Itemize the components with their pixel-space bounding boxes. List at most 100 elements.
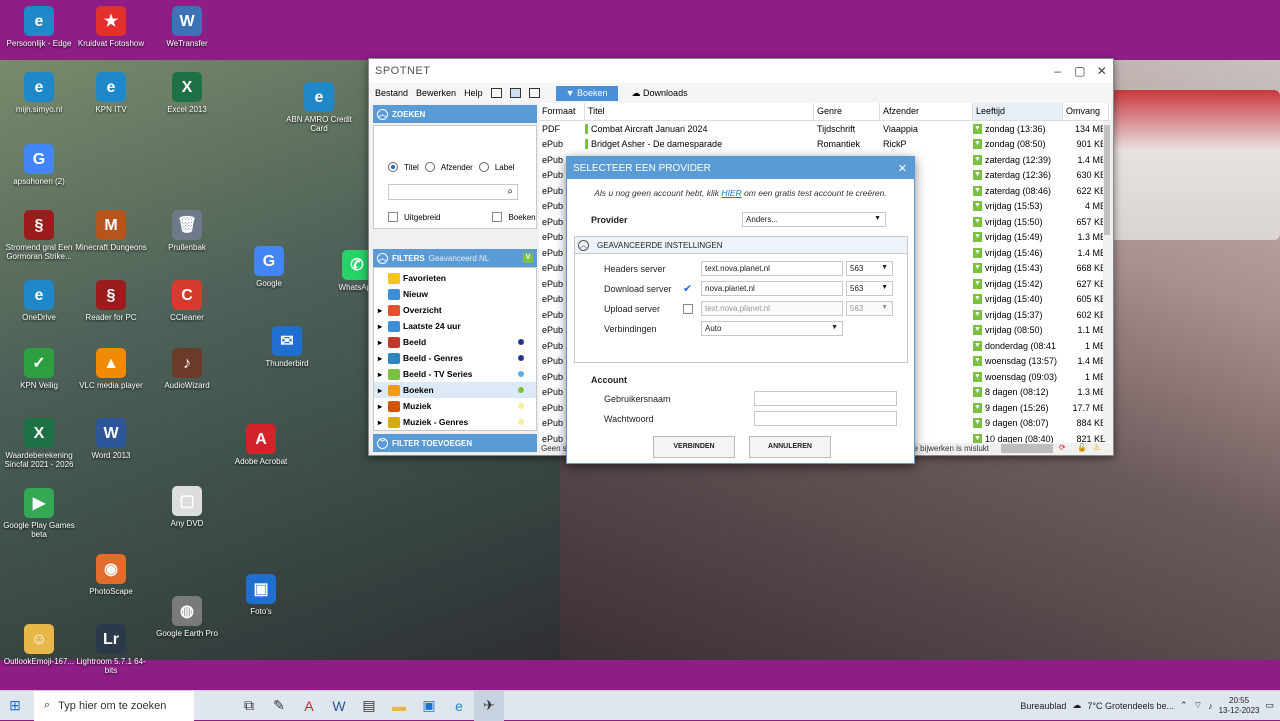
taskbar-search[interactable]: ⌕ Typ hier om te zoeken — [34, 690, 194, 721]
username-input[interactable] — [754, 391, 897, 406]
collapse-icon[interactable]: ︿ — [377, 108, 388, 120]
windows-start-icon[interactable]: ⊞ — [0, 691, 30, 721]
photos-taskbar-icon[interactable]: ▣ — [414, 691, 444, 721]
weather-text[interactable]: 7°C Grotendeels be... — [1087, 701, 1174, 711]
list-view-icon[interactable] — [490, 88, 502, 98]
close-icon[interactable]: ✕ — [898, 162, 907, 175]
expand-arrow-icon[interactable]: ▸ — [378, 338, 385, 347]
filter-item[interactable]: ▸ Muziek — [374, 398, 536, 414]
check-uitgebreid[interactable] — [388, 212, 398, 222]
search-input[interactable]: ⌕ — [388, 184, 518, 200]
desktop-icon[interactable]: Lr Lightroom 5.7.1 64-bits — [72, 624, 150, 675]
desktop-label[interactable]: Bureaublad — [1020, 701, 1066, 711]
pen-icon[interactable]: ✎ — [264, 691, 294, 721]
table-row[interactable]: ePub Bridget Asher - De damesparade Romant… — [539, 137, 1111, 153]
desktop-icon[interactable]: W Word 2013 — [72, 418, 150, 460]
verbinden-button[interactable]: VERBINDEN — [653, 436, 735, 458]
task-view-icon[interactable]: ⧉ — [234, 691, 264, 721]
filter-item[interactable]: ▸ Beeld - Genres — [374, 350, 536, 366]
desktop-icon[interactable]: § Stromend gral Een Gormoran Strike... — [0, 210, 78, 261]
headers-server-input[interactable]: text.nova.planet.nl — [701, 261, 843, 276]
desktop-icon[interactable]: ✉ Thunderbird — [248, 326, 326, 368]
maximize-icon[interactable]: ▢ — [1069, 64, 1091, 78]
volume-icon[interactable]: ♪ — [1208, 701, 1213, 711]
desktop-icon[interactable]: ▲ VLC media player — [72, 348, 150, 390]
expand-arrow-icon[interactable]: ▸ — [378, 402, 385, 411]
menu-bewerken[interactable]: Bewerken — [416, 88, 456, 98]
column-header[interactable]: Titel — [585, 103, 814, 120]
collapse-icon[interactable]: ︿ — [377, 252, 388, 264]
advanced-header[interactable]: ︿ GEAVANCEERDE INSTELLINGEN — [575, 237, 907, 254]
desktop-icon[interactable]: ▶ Google Play Games beta — [0, 488, 78, 539]
detail-view-icon[interactable] — [509, 88, 521, 98]
menu-bestand[interactable]: Bestand — [375, 88, 408, 98]
folder-icon[interactable]: ▬ — [384, 691, 414, 721]
filter-item[interactable]: ▸ Boeken — [374, 382, 536, 398]
search-icon[interactable]: ⌕ — [507, 186, 513, 197]
desktop-icon[interactable]: 🗑 Prullenbak — [148, 210, 226, 252]
expand-arrow-icon[interactable]: ▸ — [378, 354, 385, 363]
download-port-select[interactable]: 563 ▼ — [846, 281, 893, 296]
check-boeken[interactable] — [492, 212, 503, 222]
filter-toggle-icon[interactable]: V — [523, 253, 533, 263]
column-header[interactable]: Formaat — [539, 103, 585, 120]
menu-help[interactable]: Help — [464, 88, 483, 98]
desktop-icon[interactable]: ♪ AudioWizard — [148, 348, 226, 390]
provider-select[interactable]: Anders... ▼ — [742, 212, 886, 227]
collapse-icon[interactable]: ︿ — [578, 239, 589, 251]
grid-scrollbar[interactable] — [1103, 121, 1111, 441]
tab-boeken[interactable]: ▼ Boeken — [555, 85, 618, 101]
notifications-icon[interactable]: ▭ — [1265, 700, 1274, 711]
password-input[interactable] — [754, 411, 897, 426]
edge-taskbar-icon[interactable]: e — [444, 691, 474, 721]
upload-port-select[interactable]: 563 ▼ — [846, 301, 893, 316]
filter-item[interactable]: ▸ Beeld - TV Series — [374, 366, 536, 382]
upload-server-input[interactable]: text.nova.planet.nl — [701, 301, 843, 316]
minimize-icon[interactable]: – — [1047, 64, 1069, 78]
desktop-icon[interactable]: G Google — [230, 246, 308, 288]
refresh-icon[interactable]: ⟳ — [1059, 443, 1066, 452]
chevron-up-icon[interactable]: ⌃ — [1180, 700, 1188, 711]
expand-arrow-icon[interactable]: ▸ — [378, 306, 385, 315]
store-icon[interactable]: ▤ — [354, 691, 384, 721]
expand-arrow-icon[interactable]: ▸ — [378, 370, 385, 379]
headers-port-select[interactable]: 563 ▼ — [846, 261, 893, 276]
column-header[interactable]: Genre — [814, 103, 880, 120]
table-row[interactable]: PDF Combat Aircraft Januari 2024 Tijdschri… — [539, 121, 1111, 137]
radio-titel[interactable] — [388, 162, 398, 172]
hier-link[interactable]: HIER — [721, 188, 741, 198]
tab-downloads[interactable]: ☁ Downloads — [622, 86, 698, 101]
desktop-icon[interactable]: e OneDrive — [0, 280, 78, 322]
desktop-icon[interactable]: A Adobe Acrobat — [222, 424, 300, 466]
desktop-icon[interactable]: ★ Kruidvat Fotoshow — [72, 6, 150, 48]
desktop-icon[interactable]: § Reader for PC — [72, 280, 150, 322]
desktop-icon[interactable]: e mijn.simyo.nl — [0, 72, 78, 114]
desktop-icon[interactable]: X Waardeberekening Sincfal 2021 - 2026 — [0, 418, 78, 469]
filter-item[interactable]: ▸ Laatste 24 uur — [374, 318, 536, 334]
image-view-icon[interactable] — [528, 88, 540, 98]
expand-arrow-icon[interactable]: ▸ — [378, 418, 385, 427]
desktop-icon[interactable]: e ABN AMRO Credit Card — [280, 82, 358, 133]
desktop-icon[interactable]: ▣ Foto's — [222, 574, 300, 616]
column-header[interactable]: Leeftijd — [973, 103, 1063, 120]
desktop-icon[interactable]: ◉ PhotoScape — [72, 554, 150, 596]
column-header[interactable]: Afzender — [880, 103, 973, 120]
clock[interactable]: 20:55 13-12-2023 — [1219, 696, 1260, 716]
desktop-icon[interactable]: e Persoonlijk - Edge — [0, 6, 78, 48]
upload-server-checkbox[interactable] — [683, 304, 693, 314]
filters-header[interactable]: ︿ FILTERS Geavanceerd NL V — [373, 249, 537, 267]
filters-mode[interactable]: Geavanceerd NL — [429, 254, 489, 263]
network-icon[interactable]: ⌔ — [1194, 700, 1202, 711]
radio-afzender[interactable] — [424, 162, 435, 172]
word-taskbar-icon[interactable]: W — [324, 691, 354, 721]
download-server-input[interactable]: nova.planet.nl — [701, 281, 843, 296]
filter-item[interactable]: ▸ Overzicht — [374, 302, 536, 318]
desktop-icon[interactable]: W WeTransfer — [148, 6, 226, 48]
desktop-icon[interactable]: e KPN ITV — [72, 72, 150, 114]
expand-arrow-icon[interactable]: ▸ — [378, 386, 385, 395]
acrobat-taskbar-icon[interactable]: A — [294, 691, 324, 721]
filter-item[interactable]: Nieuw — [374, 286, 536, 302]
annuleren-button[interactable]: ANNULEREN — [749, 436, 831, 458]
desktop-icon[interactable]: ◍ Google Earth Pro — [148, 596, 226, 638]
desktop-icon[interactable]: Gapsohonen (2) — [0, 144, 78, 186]
